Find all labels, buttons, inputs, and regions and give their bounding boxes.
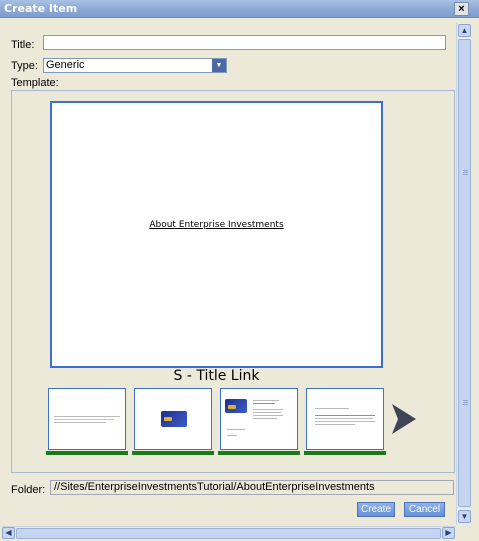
thumb-text-line: [54, 419, 114, 420]
vertical-scroll-thumb[interactable]: [458, 39, 471, 507]
title-label: Title:: [11, 39, 35, 51]
template-panel: About Enterprise Investments S - Title L…: [11, 90, 455, 473]
window-title: Create Item: [4, 2, 78, 15]
horizontal-scrollbar[interactable]: ◀ ▶: [2, 526, 456, 539]
credit-card-icon: [225, 399, 247, 413]
template-preview: About Enterprise Investments: [50, 101, 383, 368]
thumb-selection-bar: [218, 451, 300, 455]
chevron-right-icon[interactable]: [392, 404, 416, 434]
close-icon[interactable]: ×: [454, 2, 469, 16]
window-titlebar: Create Item ×: [0, 0, 479, 18]
folder-field[interactable]: //Sites/EnterpriseInvestmentsTutorial/Ab…: [50, 480, 454, 495]
template-label: Template:: [11, 77, 59, 89]
type-select-value: Generic: [46, 59, 85, 71]
template-thumbnail-3[interactable]: [220, 388, 298, 450]
arrow-down-icon[interactable]: ▼: [458, 510, 471, 523]
thumb-selection-bar: [46, 451, 128, 455]
thumb-text-line: [253, 403, 275, 404]
arrow-up-icon[interactable]: ▲: [458, 24, 471, 37]
type-label: Type:: [11, 60, 38, 72]
vertical-scrollbar[interactable]: ▲ ▼: [456, 23, 471, 525]
thumb-text-line: [54, 422, 106, 423]
thumb-text-line: [227, 429, 245, 430]
thumb-text-line: [253, 415, 283, 416]
thumb-selection-bar: [304, 451, 386, 455]
template-thumbnail-4[interactable]: [306, 388, 384, 450]
folder-label: Folder:: [11, 484, 46, 496]
thumb-text-line: [315, 415, 375, 416]
credit-card-icon: [161, 411, 187, 427]
thumb-text-line: [227, 435, 237, 436]
thumb-text-line: [253, 412, 281, 413]
create-button[interactable]: Create: [357, 502, 395, 517]
thumb-text-line: [315, 424, 355, 425]
title-input[interactable]: [43, 35, 446, 50]
thumb-text-line: [315, 418, 373, 419]
template-thumbnail-2[interactable]: [134, 388, 212, 450]
type-select[interactable]: Generic ▼: [43, 58, 227, 73]
chevron-down-icon[interactable]: ▼: [212, 59, 226, 72]
thumb-text-line: [253, 400, 279, 401]
preview-link[interactable]: About Enterprise Investments: [52, 220, 381, 230]
thumb-text-line: [54, 416, 120, 417]
thumb-text-line: [253, 418, 277, 419]
arrow-left-icon[interactable]: ◀: [2, 527, 15, 539]
thumb-selection-bar: [132, 451, 214, 455]
arrow-right-icon[interactable]: ▶: [442, 527, 455, 539]
template-name: S - Title Link: [173, 368, 260, 384]
template-thumbnail-1[interactable]: [48, 388, 126, 450]
cancel-button[interactable]: Cancel: [404, 502, 445, 517]
horizontal-scroll-thumb[interactable]: [16, 528, 441, 539]
thumb-text-line: [315, 421, 375, 422]
thumb-text-line: [253, 409, 283, 410]
thumb-text-line: [315, 408, 349, 409]
